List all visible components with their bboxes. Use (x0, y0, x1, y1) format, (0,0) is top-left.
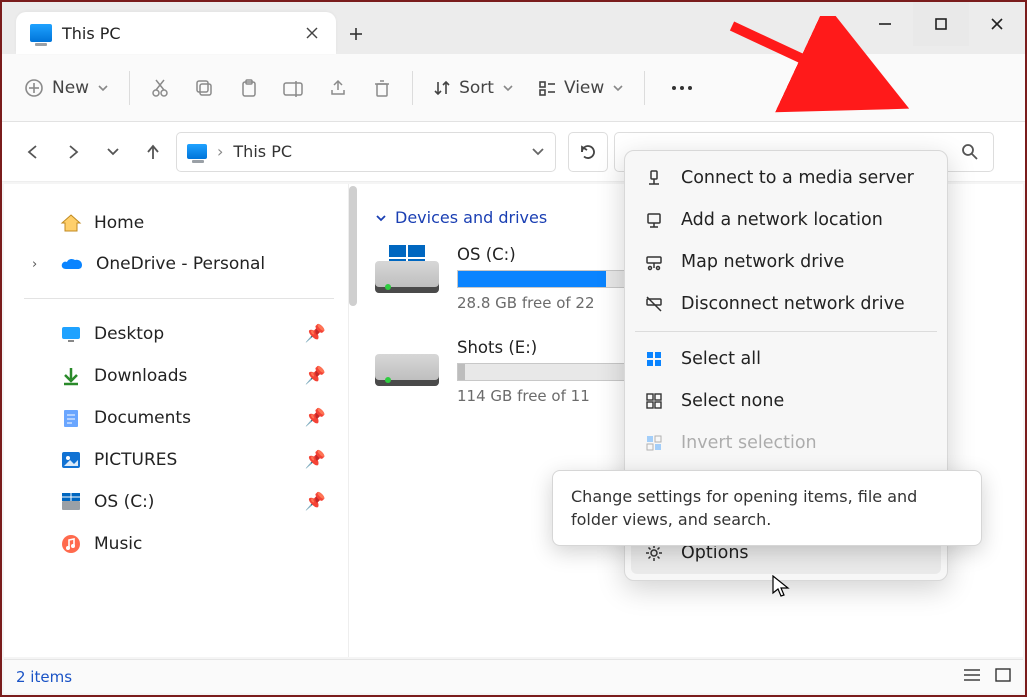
sidebar-item-music[interactable]: Music (18, 523, 340, 565)
drive-icon (60, 491, 82, 513)
pin-icon: 📌 (305, 408, 326, 428)
search-icon (961, 143, 979, 161)
pin-icon: 📌 (305, 366, 326, 386)
desktop-icon (60, 323, 82, 345)
sort-label: Sort (459, 78, 494, 98)
capacity-bar (457, 363, 627, 381)
this-pc-icon (187, 144, 207, 159)
drive-name: Shots (E:) (457, 338, 627, 357)
close-tab-button[interactable] (306, 24, 318, 43)
maximize-button[interactable] (913, 2, 969, 46)
cursor-icon (772, 575, 792, 599)
downloads-icon (60, 365, 82, 387)
copy-button[interactable] (184, 70, 224, 106)
window-controls (857, 2, 1025, 46)
documents-icon (60, 407, 82, 429)
pictures-icon (60, 449, 82, 471)
drive-icon (375, 245, 439, 293)
paste-button[interactable] (228, 70, 268, 106)
new-button-label: New (52, 78, 89, 98)
back-button[interactable] (16, 135, 50, 169)
minimize-button[interactable] (857, 2, 913, 46)
pin-icon: 📌 (305, 492, 326, 512)
invert-selection-icon (643, 434, 665, 452)
scrollbar-thumb[interactable] (349, 186, 357, 306)
sidebar-item-downloads[interactable]: Downloads 📌 (18, 355, 340, 397)
this-pc-icon (30, 24, 52, 42)
menu-item-add-network-location[interactable]: Add a network location (631, 199, 941, 241)
view-button[interactable]: View (528, 70, 634, 106)
network-location-icon (643, 211, 665, 229)
recent-locations-button[interactable] (96, 135, 130, 169)
sidebar-item-pictures[interactable]: PICTURES 📌 (18, 439, 340, 481)
more-button[interactable] (655, 77, 709, 99)
map-drive-icon (643, 253, 665, 271)
media-server-icon (643, 169, 665, 187)
command-bar: New Sort View (2, 54, 1025, 122)
drive-icon (375, 338, 439, 386)
select-all-icon (643, 350, 665, 368)
drive-free-text: 114 GB free of 11 (457, 387, 627, 405)
sidebar-item-documents[interactable]: Documents 📌 (18, 397, 340, 439)
status-bar: 2 items (4, 659, 1023, 693)
sidebar-item-onedrive[interactable]: › OneDrive - Personal (18, 244, 340, 284)
up-button[interactable] (136, 135, 170, 169)
gear-icon (643, 544, 665, 562)
breadcrumb[interactable]: › This PC (176, 132, 556, 172)
menu-item-connect-media-server[interactable]: Connect to a media server (631, 157, 941, 199)
pin-icon: 📌 (305, 324, 326, 344)
menu-item-select-none[interactable]: Select none (631, 380, 941, 422)
status-count: 2 items (16, 668, 72, 686)
menu-item-select-all[interactable]: Select all (631, 338, 941, 380)
refresh-button[interactable] (568, 132, 608, 172)
tooltip: Change settings for opening items, file … (552, 470, 982, 546)
capacity-bar (457, 270, 627, 288)
menu-item-invert-selection[interactable]: Invert selection (631, 422, 941, 464)
tab-title: This PC (62, 24, 121, 43)
share-button[interactable] (318, 70, 358, 106)
details-view-button[interactable] (963, 668, 981, 686)
sidebar-item-home[interactable]: Home (18, 202, 340, 244)
music-icon (60, 533, 82, 555)
delete-button[interactable] (362, 70, 402, 106)
navigation-pane: Home › OneDrive - Personal Desktop 📌 Dow… (4, 184, 349, 657)
drive-free-text: 28.8 GB free of 22 (457, 294, 627, 312)
tab-this-pc[interactable]: This PC (16, 12, 336, 54)
breadcrumb-this-pc: This PC (233, 142, 292, 161)
select-none-icon (643, 392, 665, 410)
view-label: View (564, 78, 604, 98)
forward-button[interactable] (56, 135, 90, 169)
home-icon (60, 212, 82, 234)
disconnect-drive-icon (643, 295, 665, 313)
sort-button[interactable]: Sort (423, 70, 524, 106)
menu-item-map-network-drive[interactable]: Map network drive (631, 241, 941, 283)
drive-name: OS (C:) (457, 245, 627, 264)
pin-icon: 📌 (305, 450, 326, 470)
sidebar-item-desktop[interactable]: Desktop 📌 (18, 313, 340, 355)
cut-button[interactable] (140, 70, 180, 106)
new-tab-button[interactable] (336, 14, 376, 54)
onedrive-icon (60, 255, 84, 273)
close-window-button[interactable] (969, 2, 1025, 46)
menu-item-disconnect-network-drive[interactable]: Disconnect network drive (631, 283, 941, 325)
thumbnails-view-button[interactable] (995, 668, 1011, 686)
sidebar-item-os-c[interactable]: OS (C:) 📌 (18, 481, 340, 523)
rename-button[interactable] (272, 70, 314, 106)
new-button[interactable]: New (14, 70, 119, 106)
